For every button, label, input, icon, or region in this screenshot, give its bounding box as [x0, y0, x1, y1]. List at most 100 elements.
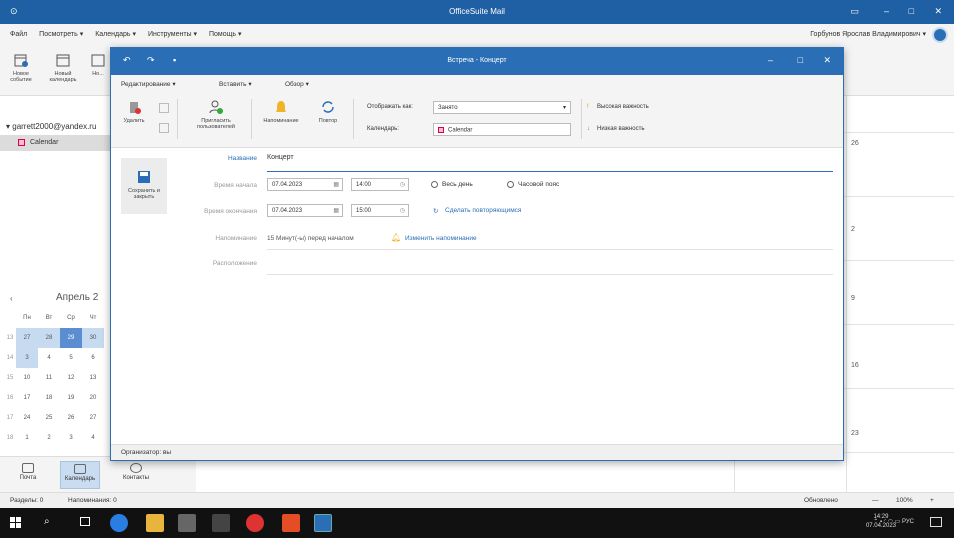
copy-icon[interactable] — [159, 103, 169, 113]
day-cell[interactable]: 25 — [38, 408, 60, 428]
prev-month-icon[interactable]: ‹ — [10, 294, 13, 303]
start-date-field[interactable]: 07.04.2023 ▦ — [267, 178, 343, 191]
nav-calendar-button[interactable]: Календарь — [60, 461, 100, 489]
low-importance-button[interactable]: Низкая важность — [597, 126, 644, 132]
calendar-picker-icon[interactable]: ▦ — [333, 207, 339, 214]
day-cell[interactable]: 26 — [60, 408, 82, 428]
day-cell[interactable]: 28 — [38, 328, 60, 348]
high-importance-button[interactable]: Высокая важность — [597, 104, 649, 110]
start-time-field[interactable]: 14:00 ◷ — [351, 178, 409, 191]
avatar[interactable] — [932, 27, 948, 43]
day-cell[interactable]: 1 — [16, 428, 38, 448]
day-cell-selected[interactable]: 29 — [60, 328, 82, 348]
minimize-button[interactable]: – — [884, 6, 889, 16]
nav-mail-button[interactable]: Почта — [8, 461, 48, 489]
new-event-label: Новое событие — [10, 71, 32, 83]
day-cell[interactable]: 24 — [16, 408, 38, 428]
notifications-icon[interactable] — [930, 517, 942, 527]
day-cell[interactable]: 30 — [82, 328, 104, 348]
nav-contacts-label: Контакты — [123, 475, 149, 481]
folder-icon[interactable] — [146, 514, 164, 532]
status-updated: Обновлено — [804, 497, 838, 504]
search-icon[interactable]: ⌕ — [44, 516, 50, 527]
day-cell[interactable]: 5 — [60, 348, 82, 368]
nav-contacts-button[interactable]: Контакты — [116, 461, 156, 489]
subject-input[interactable]: Концерт — [267, 154, 294, 161]
day-cell[interactable]: 27 — [16, 328, 38, 348]
day-cell[interactable]: 11 — [38, 368, 60, 388]
dialog-minimize-button[interactable]: – — [768, 55, 773, 65]
store-icon[interactable] — [178, 514, 196, 532]
change-reminder-link[interactable]: Изменить напоминание — [405, 235, 477, 242]
reminder-button[interactable]: Напоминание — [259, 99, 303, 124]
day-cell[interactable]: 12 — [60, 368, 82, 388]
menu-view[interactable]: Посмотреть ▾ — [39, 30, 83, 38]
restore-icon[interactable]: ▭ — [850, 6, 859, 17]
clock-icon[interactable]: ◷ — [400, 207, 405, 214]
make-recurring-link[interactable]: Сделать повторяющимся — [445, 207, 521, 214]
close-button[interactable]: ✕ — [934, 6, 942, 17]
menu-tools[interactable]: Инструменты ▾ — [148, 30, 197, 38]
paste-icon[interactable] — [159, 123, 169, 133]
end-time-field[interactable]: 15:00 ◷ — [351, 204, 409, 217]
day-cell[interactable]: 27 — [82, 408, 104, 428]
location-input[interactable] — [267, 256, 833, 270]
new-third-button[interactable]: Но... — [86, 52, 110, 77]
zoom-in-button[interactable]: + — [930, 497, 934, 504]
show-as-select[interactable]: Занято ▾ — [433, 101, 571, 114]
menu-help[interactable]: Помощь ▾ — [209, 30, 242, 38]
repeat-link-icon[interactable]: ↻ — [433, 207, 438, 215]
day-cell[interactable]: 4 — [82, 428, 104, 448]
calendar-picker-icon[interactable]: ▦ — [333, 181, 339, 188]
new-calendar-button[interactable]: Новый календарь — [46, 52, 80, 83]
day-cell[interactable]: 3 — [60, 428, 82, 448]
day-cell[interactable]: 10 — [16, 368, 38, 388]
edge-icon[interactable] — [110, 514, 128, 532]
day-cell[interactable]: 18 — [38, 388, 60, 408]
day-cell[interactable]: 19 — [60, 388, 82, 408]
low-importance-icon[interactable]: ↓ — [587, 126, 590, 132]
day-cell[interactable]: 6 — [82, 348, 104, 368]
event-form: Сохранить и закрыть Название Концерт Вре… — [111, 148, 843, 438]
month-day-number: 9 — [851, 295, 855, 302]
tab-insert[interactable]: Вставить ▾ — [219, 80, 252, 88]
language-indicator[interactable]: РУС — [902, 519, 914, 525]
day-cell[interactable]: 13 — [82, 368, 104, 388]
timezone-checkbox[interactable]: Часовой пояс — [507, 181, 559, 188]
mail-app-active-icon[interactable] — [314, 514, 332, 532]
day-cell[interactable]: 3 — [16, 348, 38, 368]
yandex-icon[interactable] — [246, 514, 264, 532]
maximize-button[interactable]: □ — [909, 6, 914, 16]
user-name[interactable]: Горбунов Ярослав Владимирович ▾ — [810, 30, 926, 38]
invite-button[interactable]: Пригласить пользователей — [189, 99, 243, 130]
calendar-select[interactable]: Calendar — [433, 123, 571, 136]
dialog-maximize-button[interactable]: □ — [798, 55, 803, 65]
day-cell[interactable]: 17 — [16, 388, 38, 408]
save-close-button[interactable]: Сохранить и закрыть — [121, 158, 167, 214]
task-view-icon[interactable] — [80, 517, 90, 526]
delete-button[interactable]: Удалить — [117, 99, 151, 124]
repeat-button[interactable]: Повтор — [311, 99, 345, 124]
windows-start-icon[interactable] — [10, 517, 22, 529]
high-importance-icon[interactable]: ! — [587, 104, 589, 110]
sidebar-item-calendar[interactable]: Calendar — [0, 135, 112, 151]
tab-edit[interactable]: Редактирование ▾ — [121, 80, 176, 88]
all-day-checkbox[interactable]: Весь день — [431, 181, 473, 188]
new-event-button[interactable]: Новое событие — [4, 52, 38, 83]
tab-review[interactable]: Обзор ▾ — [285, 80, 309, 88]
clock[interactable]: 14:29 07.04.2023 — [866, 513, 896, 531]
clock-icon[interactable]: ◷ — [400, 181, 405, 188]
menu-file[interactable]: Файл — [10, 31, 27, 38]
account-name[interactable]: ▾ garrett2000@yandex.ru — [6, 122, 96, 131]
calendar-color-icon — [438, 127, 444, 133]
dialog-close-button[interactable]: ✕ — [823, 55, 831, 66]
save-icon — [138, 171, 150, 183]
end-date-field[interactable]: 07.04.2023 ▦ — [267, 204, 343, 217]
day-cell[interactable]: 4 — [38, 348, 60, 368]
mail-app-icon[interactable] — [212, 514, 230, 532]
menu-calendar[interactable]: Календарь ▾ — [95, 30, 136, 38]
day-cell[interactable]: 20 — [82, 388, 104, 408]
day-cell[interactable]: 2 — [38, 428, 60, 448]
office-app-icon[interactable] — [282, 514, 300, 532]
zoom-out-button[interactable]: — — [872, 497, 879, 504]
